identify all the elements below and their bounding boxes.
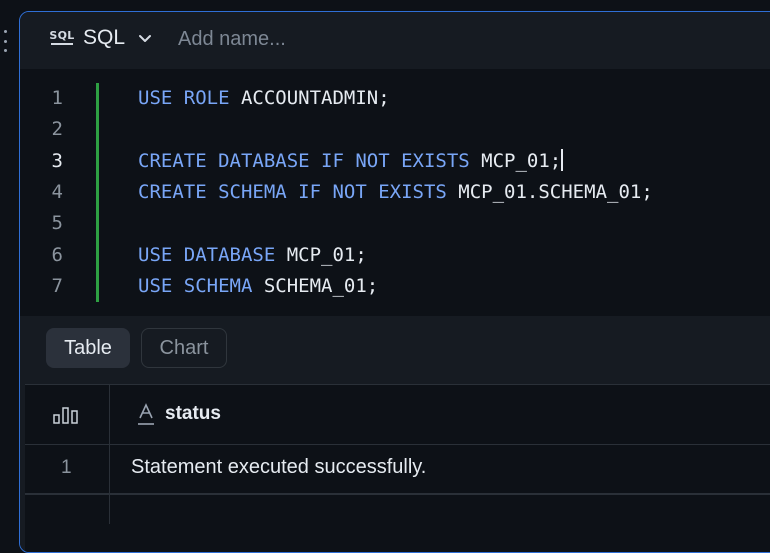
tab-chart[interactable]: Chart [141,328,227,368]
table-cell-status[interactable]: Statement executed successfully. [131,456,426,479]
code-text: CREATE SCHEMA IF NOT EXISTS MCP_01.SCHEM… [138,177,653,208]
text-type-icon [138,403,154,425]
line-number: 7 [51,274,63,297]
sql-identifier: SCHEMA_01; [263,274,379,297]
code-line[interactable]: 2 [20,114,770,145]
sql-keyword: USE DATABASE [138,243,287,266]
sql-identifier: MCP_01.SCHEMA_01; [458,180,653,203]
line-number: 1 [51,87,63,109]
code-text: USE SCHEMA SCHEMA_01; [138,271,378,302]
chevron-down-icon[interactable] [139,34,151,44]
drag-dot [3,30,7,33]
tab-table[interactable]: Table [46,328,130,368]
cell-header: SQL SQL [20,12,770,68]
drag-dot [3,39,7,43]
code-text: USE ROLE ACCOUNTADMIN; [138,83,390,114]
text-cursor [561,148,563,171]
sql-keyword: CREATE SCHEMA IF NOT EXISTS [138,180,459,203]
row-number: 1 [61,457,72,478]
code-line[interactable]: 3 CREATE DATABASE IF NOT EXISTS MCP_01; [20,146,770,177]
cell-name-input[interactable] [178,24,438,54]
line-number: 3 [51,149,63,172]
code-line[interactable]: 5 [20,208,770,239]
cell-drag-handle[interactable] [1,30,9,52]
language-selector[interactable]: SQL [83,26,125,50]
code-editor[interactable]: 1 USE ROLE ACCOUNTADMIN; 2 3 CREATE DATABASE… [20,69,770,316]
line-number: 2 [51,118,63,141]
sql-identifier: MCP_01; [286,243,367,266]
code-line[interactable]: 7 USE SCHEMA SCHEMA_01; [20,271,770,302]
sql-identifier: MCP_01; [481,149,562,172]
sql-keyword: USE SCHEMA [138,274,264,297]
sql-cell: SQL SQL 1 USE ROLE ACCOUNTADMIN; 2 3 CREATE … [19,11,770,553]
code-line[interactable]: 4 CREATE SCHEMA IF NOT EXISTS MCP_01.SCHE… [20,177,770,208]
code-line[interactable]: 1 USE ROLE ACCOUNTADMIN; [20,83,770,114]
row-number-icon [53,407,78,424]
column-header-status[interactable]: status [165,403,221,425]
drag-dot [3,49,7,52]
sql-identifier: ACCOUNTADMIN; [240,87,390,109]
code-text: USE DATABASE MCP_01; [138,240,367,271]
line-number: 6 [51,243,63,266]
sql-keyword: USE ROLE [138,87,241,109]
line-number: 4 [51,180,63,203]
code-line[interactable]: 6 USE DATABASE MCP_01; [20,240,770,271]
sql-keyword: CREATE DATABASE IF NOT EXISTS [138,149,482,172]
results-panel: Table Chart status 1 Statement executed … [20,316,770,552]
results-table: status 1 Statement executed successfully… [25,384,770,552]
sql-icon: SQL [49,29,74,51]
code-text: CREATE DATABASE IF NOT EXISTS MCP_01; [138,146,563,177]
line-number: 5 [51,212,63,235]
